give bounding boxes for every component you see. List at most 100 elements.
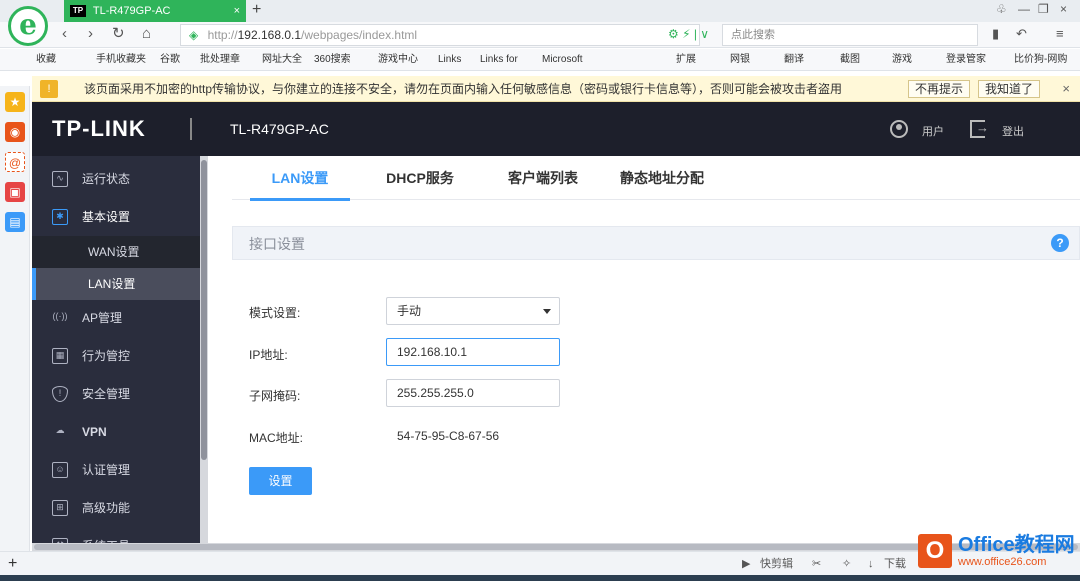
bookmark-item[interactable]: 翻译	[784, 49, 804, 70]
favorites-star-icon[interactable]: ★	[5, 92, 25, 112]
reload-icon[interactable]: ↻	[112, 24, 125, 44]
sidebar-scrollbar[interactable]	[200, 156, 208, 550]
weibo-icon[interactable]: ◉	[5, 122, 25, 142]
sidebar-item-auth[interactable]: ☺ 认证管理	[32, 451, 200, 489]
router-model: TL-R479GP-AC	[230, 121, 329, 137]
quick-clip-icon[interactable]: ▶	[742, 552, 750, 576]
sidebar-item-behavior[interactable]: ▦ 行为管控	[32, 337, 200, 375]
bookmark-item[interactable]: 网银	[730, 49, 750, 70]
sidebar-item-vpn[interactable]: ☁ VPN	[32, 413, 200, 451]
quick-clip-link[interactable]: 快剪辑	[760, 552, 793, 576]
mode-value: 手动	[397, 304, 422, 318]
bookmarks-bar: 收藏 手机收藏夹 谷歌 批处理章 网址大全 360搜索 游戏中心 Links L…	[0, 49, 1080, 71]
sidebar-scrollbar-thumb[interactable]	[201, 160, 207, 460]
email-icon[interactable]: @	[5, 152, 25, 172]
got-it-button[interactable]: 我知道了	[978, 80, 1041, 98]
help-icon[interactable]: ?	[1051, 234, 1069, 252]
bookmark-item[interactable]: 手机收藏夹	[96, 49, 146, 70]
download-icon[interactable]: ↓	[868, 552, 874, 576]
gear-icon: ✱	[52, 209, 68, 225]
tab-title: TL-R479GP-AC	[92, 5, 171, 17]
settings-tabs: LAN设置 DHCP服务 客户端列表 静态地址分配	[232, 156, 1080, 201]
mode-select[interactable]: 手动	[386, 297, 560, 325]
bookmark-item[interactable]: 收藏	[36, 49, 56, 70]
mode-label: 模式设置:	[249, 306, 301, 320]
tab-dhcp[interactable]: DHCP服务	[368, 156, 472, 200]
window-close-icon[interactable]: ×	[1060, 2, 1067, 16]
logout-icon[interactable]	[970, 120, 989, 138]
warning-icon: !	[40, 80, 58, 98]
office-logo-icon: O	[918, 534, 952, 568]
browser-tab[interactable]: TP TL-R479GP-AC ×	[64, 0, 246, 22]
back-icon[interactable]: ‹	[62, 24, 67, 44]
os-taskbar	[0, 575, 1080, 581]
bookmark-item[interactable]: 游戏	[892, 49, 912, 70]
ip-address-input[interactable]: 192.168.10.1	[386, 338, 560, 366]
bookmark-item[interactable]: Links for	[480, 49, 518, 70]
browser-logo-icon[interactable]: e	[8, 6, 48, 46]
router-admin-page: TP-LINK TL-R479GP-AC 用户 登出 ∿ 运行状态 ✱ 基本设置…	[32, 102, 1080, 550]
home-icon[interactable]: ⌂	[142, 24, 151, 44]
game-icon[interactable]: ▣	[5, 182, 25, 202]
maximize-icon[interactable]: ❐	[1038, 2, 1049, 16]
minimize-icon[interactable]: —	[1018, 2, 1030, 16]
chevron-down-icon	[543, 309, 551, 314]
menu-icon[interactable]: ≡	[1056, 26, 1064, 41]
undo-icon[interactable]: ↶	[1016, 26, 1027, 42]
bookmark-item[interactable]: Microsoft	[542, 49, 583, 70]
sidebar-item-label: 认证管理	[82, 463, 131, 477]
bookmark-item[interactable]: 比价狗-网购	[1014, 49, 1067, 70]
subnet-mask-input[interactable]: 255.255.255.0	[386, 379, 560, 407]
sidebar-item-label: 安全管理	[82, 387, 131, 401]
phone-icon[interactable]: ▮	[992, 26, 999, 42]
warning-close-icon[interactable]: ×	[1062, 76, 1070, 102]
tools-icon[interactable]: ✂	[812, 552, 821, 576]
notes-icon[interactable]: ▤	[5, 212, 25, 232]
behavior-icon: ▦	[52, 348, 68, 364]
chart-icon: ∿	[52, 171, 68, 187]
sidebar-item-security[interactable]: ! 安全管理	[32, 375, 200, 413]
tab-static-address[interactable]: 静态地址分配	[598, 156, 726, 200]
user-link[interactable]: 用户	[922, 123, 944, 139]
sidebar-subitem-lan[interactable]: LAN设置	[32, 268, 200, 300]
browser-side-rail: ★ ◉ @ ▣ ▤	[0, 86, 30, 566]
dont-remind-button[interactable]: 不再提示	[908, 80, 971, 98]
bookmark-item[interactable]: Links	[438, 49, 461, 70]
bookmark-item[interactable]: 批处理章	[200, 49, 240, 70]
bookmark-item[interactable]: 登录管家	[946, 49, 986, 70]
bookmark-item[interactable]: 扩展	[676, 49, 696, 70]
save-button[interactable]: 设置	[249, 467, 312, 495]
section-title: 接口设置	[249, 236, 305, 252]
sidebar-item-basic-settings[interactable]: ✱ 基本设置	[32, 198, 200, 236]
search-input[interactable]: 点此搜索	[722, 24, 978, 46]
sidebar-item-advanced[interactable]: ⊞ 高级功能	[32, 489, 200, 527]
watermark-url: www.office26.com	[958, 556, 1047, 568]
logout-link[interactable]: 登出	[1002, 123, 1024, 139]
sidebar-item-ap[interactable]: ((·)) AP管理	[32, 299, 200, 337]
bookmark-item[interactable]: 360搜索	[314, 49, 351, 70]
sidebar-item-label: 高级功能	[82, 501, 131, 515]
pin-icon[interactable]: ✧	[842, 552, 851, 576]
sidebar-subitem-wan[interactable]: WAN设置	[32, 236, 200, 268]
wifi-icon: ((·))	[52, 311, 68, 321]
tab-lan-settings[interactable]: LAN设置	[250, 156, 350, 201]
user-icon[interactable]	[890, 120, 908, 138]
download-link[interactable]: 下载	[884, 552, 906, 576]
header-divider	[190, 118, 192, 140]
bookmark-item[interactable]: 游戏中心	[378, 49, 418, 70]
address-bar: ‹ › ↻ ⌂ ◈ http://192.168.0.1/webpages/in…	[0, 22, 1080, 48]
bookmark-item[interactable]: 谷歌	[160, 49, 180, 70]
new-tab-button[interactable]: +	[252, 0, 261, 20]
url-host: 192.168.0.1	[237, 28, 302, 42]
tab-close-icon[interactable]: ×	[234, 0, 240, 22]
bookmark-item[interactable]: 截图	[840, 49, 860, 70]
bookmark-item[interactable]: 网址大全	[262, 49, 302, 70]
url-input[interactable]: ◈ http://192.168.0.1/webpages/index.html	[180, 24, 700, 46]
tab-client-list[interactable]: 客户端列表	[488, 156, 598, 200]
skin-icon[interactable]: ♧	[996, 2, 1007, 16]
add-sidebar-icon[interactable]: +	[8, 552, 17, 576]
vpn-icon: ☁	[55, 425, 65, 435]
forward-icon[interactable]: ›	[88, 24, 93, 44]
sidebar-item-status[interactable]: ∿ 运行状态	[32, 160, 200, 198]
speed-icon[interactable]: ⚙ ⚡ | ∨	[668, 24, 709, 44]
